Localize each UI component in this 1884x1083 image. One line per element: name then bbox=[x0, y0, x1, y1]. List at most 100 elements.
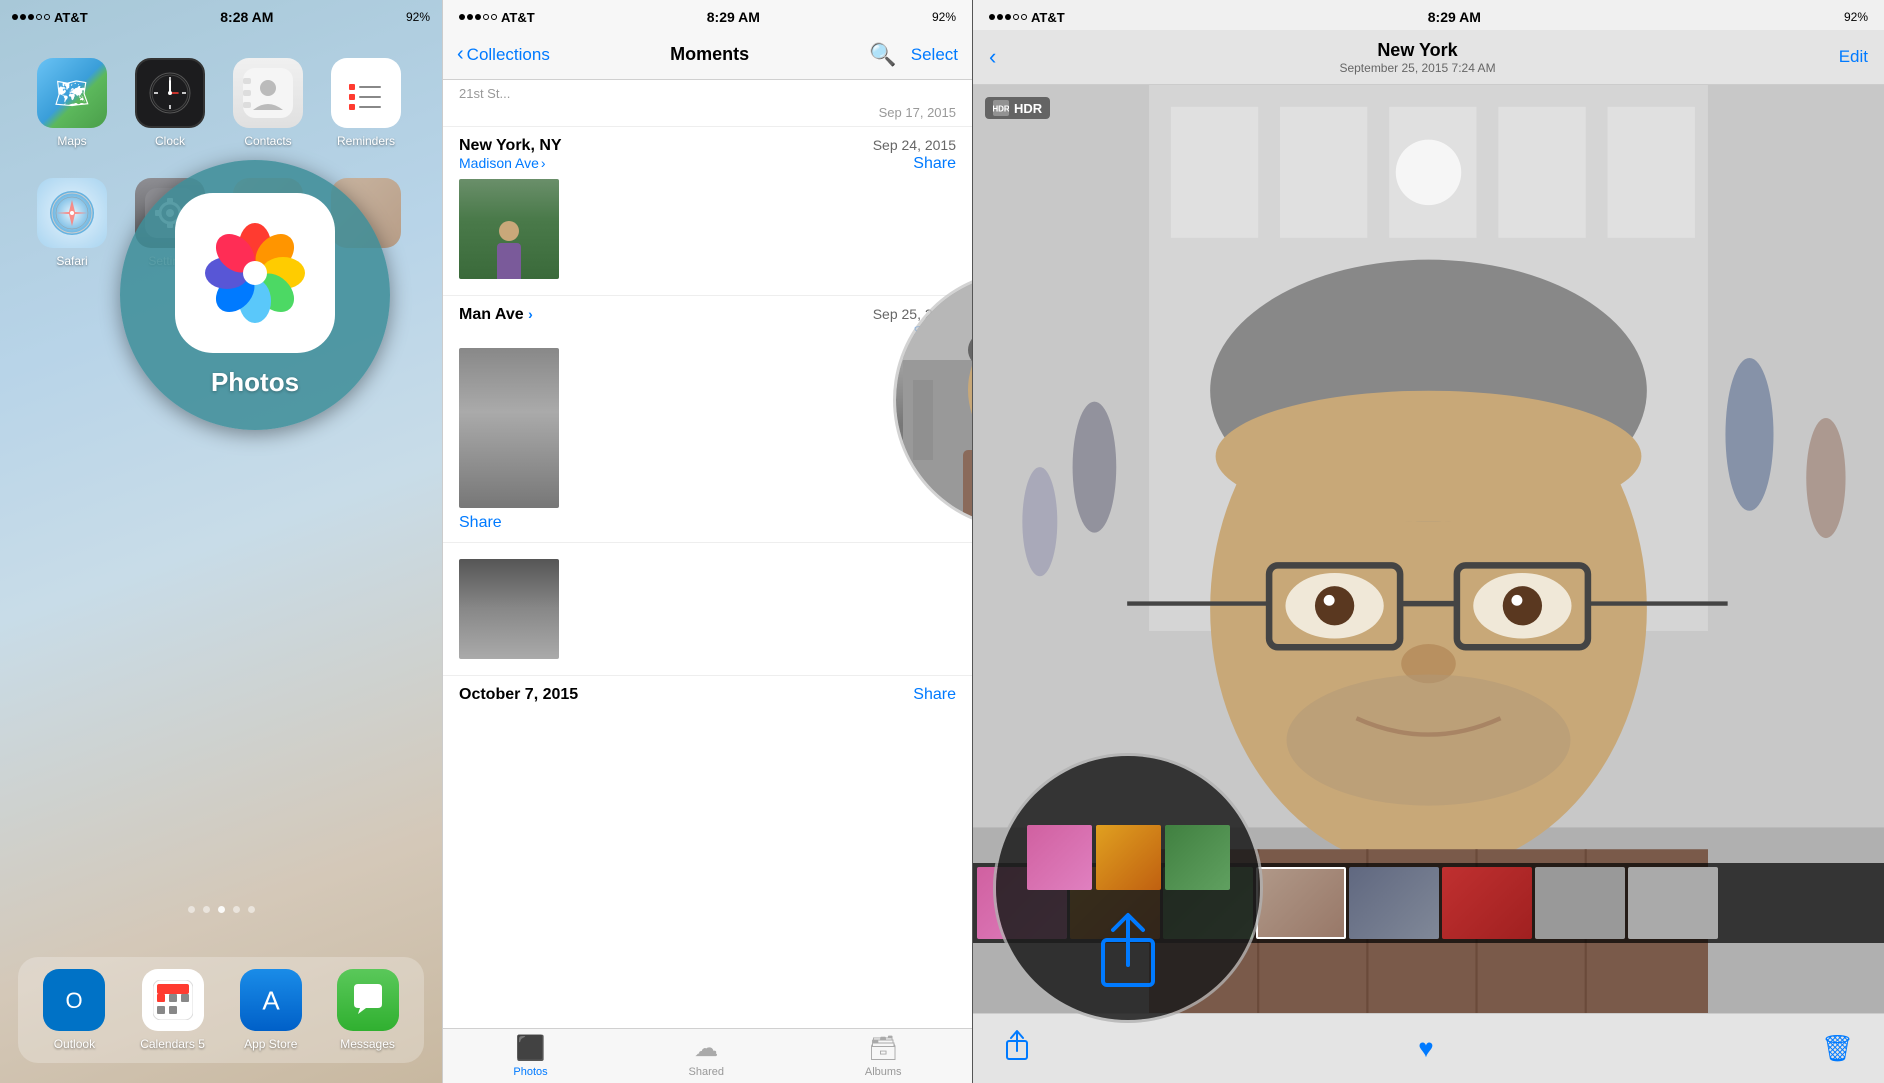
delete-button[interactable]: 🗑 bbox=[1821, 1033, 1854, 1064]
nav-actions: 🔍 Select bbox=[869, 42, 958, 68]
tab-bar: ⬛ Photos ☁ Shared 🗃 Albums bbox=[443, 1028, 972, 1083]
photos-tab-icon: ⬛ bbox=[516, 1034, 546, 1063]
moment-date-share: Sep 24, 2015 Share bbox=[873, 137, 956, 173]
strip-thumb-current[interactable] bbox=[1256, 867, 1346, 939]
albums-tab-label: Albums bbox=[865, 1066, 902, 1078]
tab-shared[interactable]: ☁ Shared bbox=[689, 1034, 724, 1078]
favorite-button[interactable]: ♥ bbox=[1418, 1033, 1433, 1064]
moment-location-ny: New York, NY Madison Ave › bbox=[459, 137, 562, 171]
page-dot bbox=[248, 906, 255, 913]
moment-manavenue: Man Ave › Sep 25, 2015 Share Share bbox=[443, 296, 972, 543]
messages-icon bbox=[337, 969, 399, 1031]
thumb-watch[interactable] bbox=[459, 559, 559, 659]
battery-p3-label: 92% bbox=[1844, 10, 1868, 24]
dock-appstore[interactable]: A App Store bbox=[240, 969, 302, 1051]
strip-thumb-6[interactable] bbox=[1442, 867, 1532, 939]
back-button-p3[interactable]: ‹ bbox=[989, 44, 996, 70]
carrier-label-p2: AT&T bbox=[501, 10, 535, 25]
panel-moments: AT&T 8:29 AM 92% ‹ Collections Moments 🔍… bbox=[442, 0, 972, 1083]
zoom-circle-share bbox=[993, 753, 1263, 1023]
moment-subloc: Madison Ave › bbox=[459, 155, 562, 171]
panel-homescreen: AT&T 8:28 AM 92% 🗺 Maps bbox=[0, 0, 442, 1083]
carrier-label: AT&T bbox=[54, 10, 88, 25]
hdr-text: HDR bbox=[1014, 101, 1042, 116]
moment-man-loc: Man Ave › bbox=[459, 306, 533, 324]
strip-thumb-8[interactable] bbox=[1628, 867, 1718, 939]
maps-label: Maps bbox=[57, 134, 86, 148]
moment-header-man: Man Ave › Sep 25, 2015 Share bbox=[459, 306, 956, 342]
moment-header-oct: October 7, 2015 Share bbox=[459, 686, 956, 704]
battery-p2: 92% bbox=[932, 10, 956, 24]
albums-tab-icon: 🗃 bbox=[868, 1034, 898, 1063]
svg-text:HDR: HDR bbox=[993, 104, 1009, 113]
safari-icon-img bbox=[37, 178, 107, 248]
share-button[interactable] bbox=[1003, 1029, 1031, 1068]
app-maps[interactable]: 🗺 Maps bbox=[28, 58, 116, 168]
moment-share-row: Share bbox=[459, 514, 956, 532]
moment-share-oct[interactable]: Share bbox=[913, 686, 956, 704]
dock-outlook[interactable]: O Outlook bbox=[43, 969, 105, 1051]
moment-photos-ny bbox=[459, 179, 956, 279]
tab-photos[interactable]: ⬛ Photos bbox=[513, 1034, 547, 1078]
moment-partial-text: 21st St... bbox=[459, 86, 956, 105]
strip-thumb-7[interactable] bbox=[1535, 867, 1625, 939]
reminders-label: Reminders bbox=[337, 134, 395, 148]
person-figure bbox=[497, 221, 521, 279]
moment-share3[interactable]: Share bbox=[459, 514, 956, 532]
back-to-collections[interactable]: ‹ Collections bbox=[457, 43, 550, 66]
app-clock[interactable]: Clock bbox=[126, 58, 214, 168]
moment-share-btn[interactable]: Share bbox=[873, 155, 956, 173]
moment-small bbox=[443, 543, 972, 676]
page-dot-active bbox=[218, 906, 225, 913]
photo-nav-bar: ‹ New York September 25, 2015 7:24 AM Ed… bbox=[973, 30, 1884, 85]
moments-title: Moments bbox=[670, 44, 749, 65]
clock-label: Clock bbox=[155, 134, 185, 148]
photo-actions-bar: ♥ 🗑 bbox=[973, 1013, 1884, 1083]
photos-zoom-label: Photos bbox=[211, 367, 299, 398]
dock-messages[interactable]: Messages bbox=[337, 969, 399, 1051]
shared-tab-icon: ☁ bbox=[694, 1034, 718, 1063]
page-dot bbox=[203, 906, 210, 913]
app-reminders[interactable]: Reminders bbox=[322, 58, 410, 168]
hdr-badge: HDR HDR bbox=[985, 97, 1050, 119]
time-p3: 8:29 AM bbox=[1428, 9, 1481, 25]
strip-thumb-5[interactable] bbox=[1349, 867, 1439, 939]
moments-content: 21st St... Sep 17, 2015 New York, NY Mad… bbox=[443, 80, 972, 1028]
signal-dot bbox=[467, 14, 473, 20]
outlook-label: Outlook bbox=[54, 1037, 95, 1051]
carrier-p3: AT&T bbox=[989, 10, 1065, 25]
moment-newyork: New York, NY Madison Ave › Sep 24, 2015 … bbox=[443, 127, 972, 296]
photo-title: New York bbox=[1339, 40, 1495, 61]
person-head bbox=[499, 221, 519, 241]
contacts-label: Contacts bbox=[244, 134, 291, 148]
signal-dot bbox=[475, 14, 481, 20]
status-bar-p3: AT&T 8:29 AM 92% bbox=[973, 0, 1884, 30]
battery-p3: 92% bbox=[1844, 10, 1868, 24]
signal-dot bbox=[1021, 14, 1027, 20]
signal-dot bbox=[491, 14, 497, 20]
thumb-person-lady[interactable] bbox=[459, 179, 559, 279]
app-contacts[interactable]: Contacts bbox=[224, 58, 312, 168]
moment-october: October 7, 2015 Share bbox=[443, 676, 972, 714]
tab-albums[interactable]: 🗃 Albums bbox=[865, 1034, 902, 1078]
signal-dot bbox=[1005, 14, 1011, 20]
photo-title-area: New York September 25, 2015 7:24 AM bbox=[1339, 40, 1495, 75]
battery-label: 92% bbox=[406, 10, 430, 24]
edit-button[interactable]: Edit bbox=[1839, 47, 1868, 67]
search-icon[interactable]: 🔍 bbox=[869, 42, 896, 68]
person-body bbox=[497, 243, 521, 279]
signal-dot bbox=[36, 14, 42, 20]
moment-oct-date: October 7, 2015 bbox=[459, 686, 578, 704]
dock-calendars[interactable]: Calendars 5 bbox=[140, 969, 205, 1051]
maps-icon-img: 🗺 bbox=[37, 58, 107, 128]
zoom-thumb-3 bbox=[1165, 825, 1230, 890]
app-safari[interactable]: Safari bbox=[28, 178, 116, 288]
moment-section-top: 21st St... Sep 17, 2015 bbox=[443, 80, 972, 127]
reminders-icon-img bbox=[331, 58, 401, 128]
thumb-apple-store[interactable] bbox=[459, 348, 559, 508]
appstore-icon: A bbox=[240, 969, 302, 1031]
signal-dot bbox=[12, 14, 18, 20]
outlook-icon: O bbox=[43, 969, 105, 1031]
subloc-text: Madison Ave bbox=[459, 155, 539, 171]
select-button[interactable]: Select bbox=[911, 45, 958, 65]
